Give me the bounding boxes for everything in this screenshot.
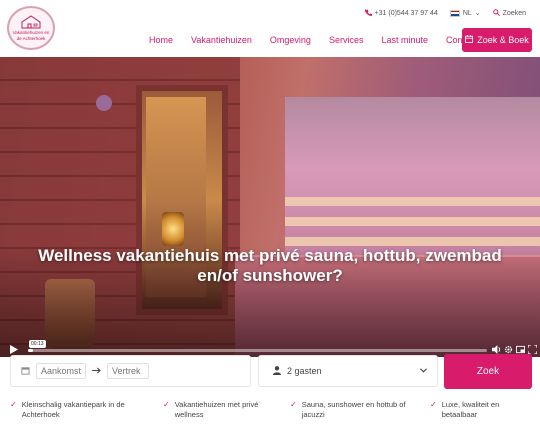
- search-label: Zoeken: [502, 9, 526, 17]
- bench-back-slat: [285, 217, 540, 226]
- search-link[interactable]: Zoeken: [492, 8, 526, 18]
- video-progress-bar[interactable]: [28, 349, 487, 352]
- user-icon: [273, 365, 281, 377]
- usp-item: ✓ Sauna, sunshower en hottub of jacuzzi: [290, 400, 415, 420]
- house-logo-icon: [20, 15, 42, 29]
- check-icon: ✓: [290, 400, 297, 409]
- logo-text-line1: Vakantiehuizen en: [12, 30, 50, 35]
- book-button[interactable]: Zoek & Boek: [462, 28, 532, 52]
- nav-item-omgeving[interactable]: Omgeving: [261, 35, 320, 45]
- usp-item: ✓ Vakantiehuizen met privé wellness: [163, 400, 278, 420]
- search-submit-button[interactable]: Zoek: [444, 354, 532, 389]
- thermometer: [96, 95, 112, 111]
- check-icon: ✓: [10, 400, 17, 409]
- calendar-icon: [21, 366, 30, 377]
- bench-back-slat: [285, 197, 540, 206]
- usp-text: Vakantiehuizen met privé wellness: [174, 400, 259, 419]
- usp-item: ✓ Kleinschalig vakantiepark in de Achter…: [10, 400, 140, 420]
- arrow-right-icon: [92, 366, 101, 376]
- topbar: +31 (0)544 37 97 44 NL ⌄ Zoeken: [364, 7, 526, 19]
- logo-text-line2: de Achterhoek: [16, 36, 46, 41]
- arrival-input[interactable]: [36, 363, 86, 379]
- flag-nl-icon: [449, 9, 460, 17]
- phone-number: +31 (0)544 37 97 44: [374, 9, 438, 17]
- language-selector[interactable]: NL ⌄: [449, 9, 481, 17]
- hero-title: Wellness vakantiehuis met privé sauna, h…: [38, 246, 502, 285]
- chevron-down-icon: ⌄: [474, 10, 481, 17]
- lantern: [162, 212, 184, 246]
- departure-input[interactable]: [107, 363, 149, 379]
- bench-back-slat: [285, 237, 540, 246]
- site-header: Vakantiehuizen en de Achterhoek +31 (0)5…: [0, 0, 540, 57]
- date-range-field: [10, 355, 251, 387]
- calendar-icon: [465, 35, 474, 45]
- nav-item-services[interactable]: Services: [320, 35, 373, 45]
- usp-text: Sauna, sunshower en hottub of jacuzzi: [301, 400, 406, 419]
- hero-video[interactable]: [0, 57, 540, 357]
- main-nav: Home Vakantiehuizen Omgeving Services La…: [140, 29, 486, 51]
- phone-link[interactable]: +31 (0)544 37 97 44: [364, 8, 438, 18]
- nav-item-last-minute[interactable]: Last minute: [372, 35, 437, 45]
- chevron-down-icon: [420, 366, 427, 375]
- book-button-label: Zoek & Boek: [477, 35, 529, 45]
- video-progress-fill: [28, 349, 33, 352]
- nav-item-home[interactable]: Home: [140, 35, 182, 45]
- usp-text: Luxe, kwaliteit en betaalbaar: [441, 400, 500, 419]
- usp-item: ✓ Luxe, kwaliteit en betaalbaar: [430, 400, 530, 420]
- guests-select[interactable]: 2 gasten: [258, 355, 438, 387]
- search-icon: [492, 8, 500, 18]
- language-label: NL: [462, 9, 472, 17]
- guests-value: 2 gasten: [287, 366, 322, 376]
- logo[interactable]: Vakantiehuizen en de Achterhoek: [7, 6, 55, 50]
- usp-text: Kleinschalig vakantiepark in de Achterho…: [21, 400, 125, 419]
- video-time: 00:13: [29, 340, 46, 348]
- check-icon: ✓: [163, 400, 170, 409]
- phone-icon: [364, 8, 372, 18]
- check-icon: ✓: [430, 400, 437, 409]
- nav-item-vakantiehuizen[interactable]: Vakantiehuizen: [182, 35, 261, 45]
